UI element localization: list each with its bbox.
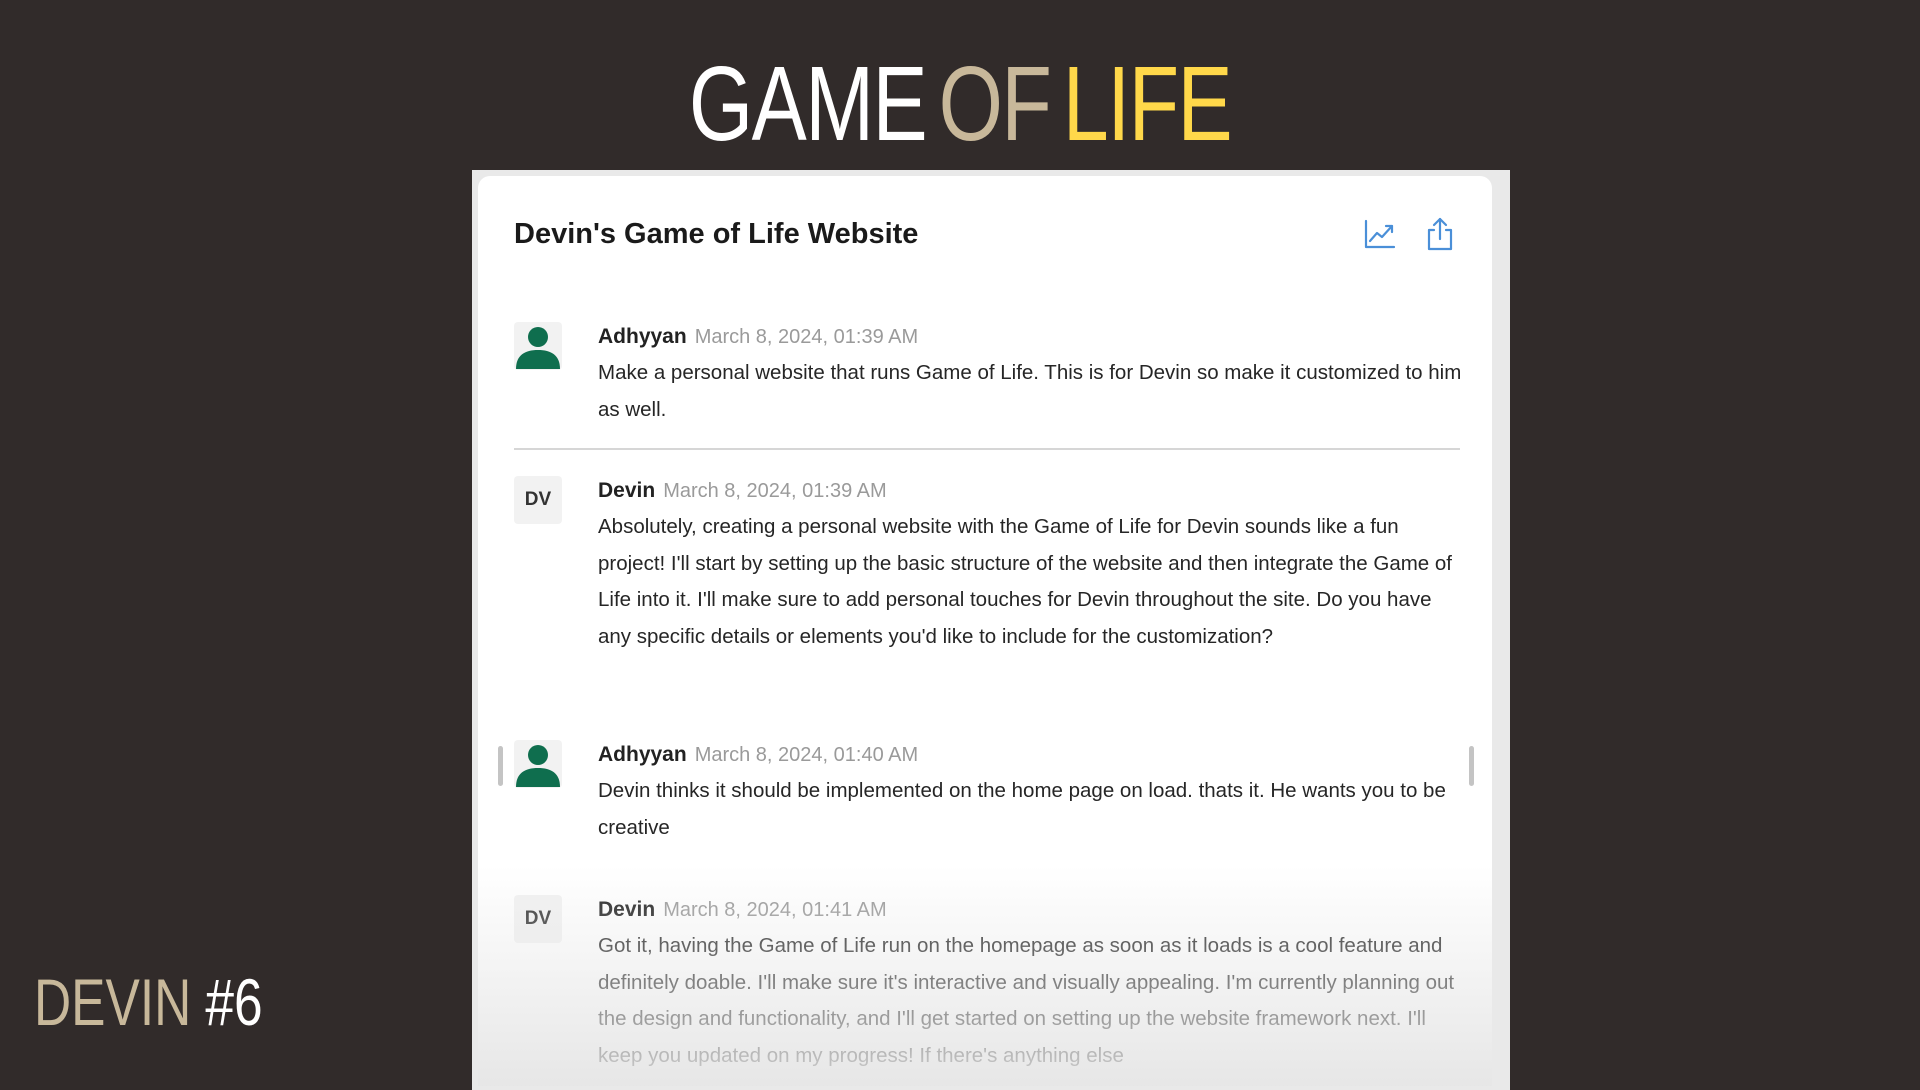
panel-header: Devin's Game of Life Website — [514, 214, 1460, 258]
avatar: DV — [514, 476, 562, 524]
message-body: Devin March 8, 2024, 01:41 AM Got it, hav… — [598, 895, 1464, 1074]
avatar: DV — [514, 895, 562, 943]
avatar-initials: DV — [524, 489, 552, 510]
message-text: Absolutely, creating a personal website … — [598, 515, 1452, 648]
avatar — [514, 740, 562, 788]
avatar — [514, 322, 562, 370]
message-body: Devin March 8, 2024, 01:39 AM Absolutely,… — [598, 476, 1464, 655]
slide-title: GAME OF LIFE — [211, 44, 1709, 164]
message-timestamp: March 8, 2024, 01:41 AM — [663, 899, 887, 921]
episode-label: DEVIN #6 — [34, 962, 277, 1042]
share-icon — [1427, 217, 1453, 251]
message-timestamp: March 8, 2024, 01:40 AM — [694, 744, 919, 766]
slide-title-word: OF — [938, 45, 1052, 163]
message-body: Adhyyan March 8, 2024, 01:40 AM Devin thi… — [598, 740, 1464, 846]
chart-line-icon — [1364, 219, 1396, 249]
message-meta: Devin March 8, 2024, 01:39 AM — [598, 476, 1464, 506]
analytics-button[interactable] — [1360, 214, 1400, 254]
scroll-handle-right[interactable] — [1469, 746, 1474, 786]
message-meta: Devin March 8, 2024, 01:41 AM — [598, 895, 1464, 925]
slide-title-word: LIFE — [1062, 45, 1233, 163]
episode-label-name: DEVIN — [34, 965, 192, 1039]
chat-panel: Devin's Game of Life Website Adhyyan Mar… — [478, 176, 1492, 1086]
message-meta: Adhyyan March 8, 2024, 01:40 AM — [598, 740, 1464, 770]
message-timestamp: March 8, 2024, 01:39 AM — [694, 326, 919, 348]
panel-title: Devin's Game of Life Website — [514, 218, 919, 250]
message-timestamp: March 8, 2024, 01:39 AM — [663, 480, 887, 502]
message-text: Got it, having the Game of Life run on t… — [598, 934, 1455, 1067]
message-body: Adhyyan March 8, 2024, 01:39 AM Make a pe… — [598, 322, 1464, 428]
share-button[interactable] — [1420, 214, 1460, 254]
scroll-handle-left[interactable] — [498, 746, 503, 786]
user-icon — [516, 327, 560, 369]
message-author: Devin — [598, 898, 656, 921]
message-divider — [514, 448, 1460, 450]
user-icon — [516, 745, 560, 787]
message-text: Make a personal website that runs Game o… — [598, 361, 1462, 421]
avatar-initials: DV — [524, 908, 552, 929]
message-author: Adhyyan — [598, 743, 687, 766]
message-meta: Adhyyan March 8, 2024, 01:39 AM — [598, 322, 1464, 352]
message-author: Devin — [598, 479, 656, 502]
message-author: Adhyyan — [598, 325, 687, 348]
slide-title-word: GAME — [688, 45, 928, 163]
episode-label-number: #6 — [205, 965, 263, 1039]
message-text: Devin thinks it should be implemented on… — [598, 779, 1446, 839]
